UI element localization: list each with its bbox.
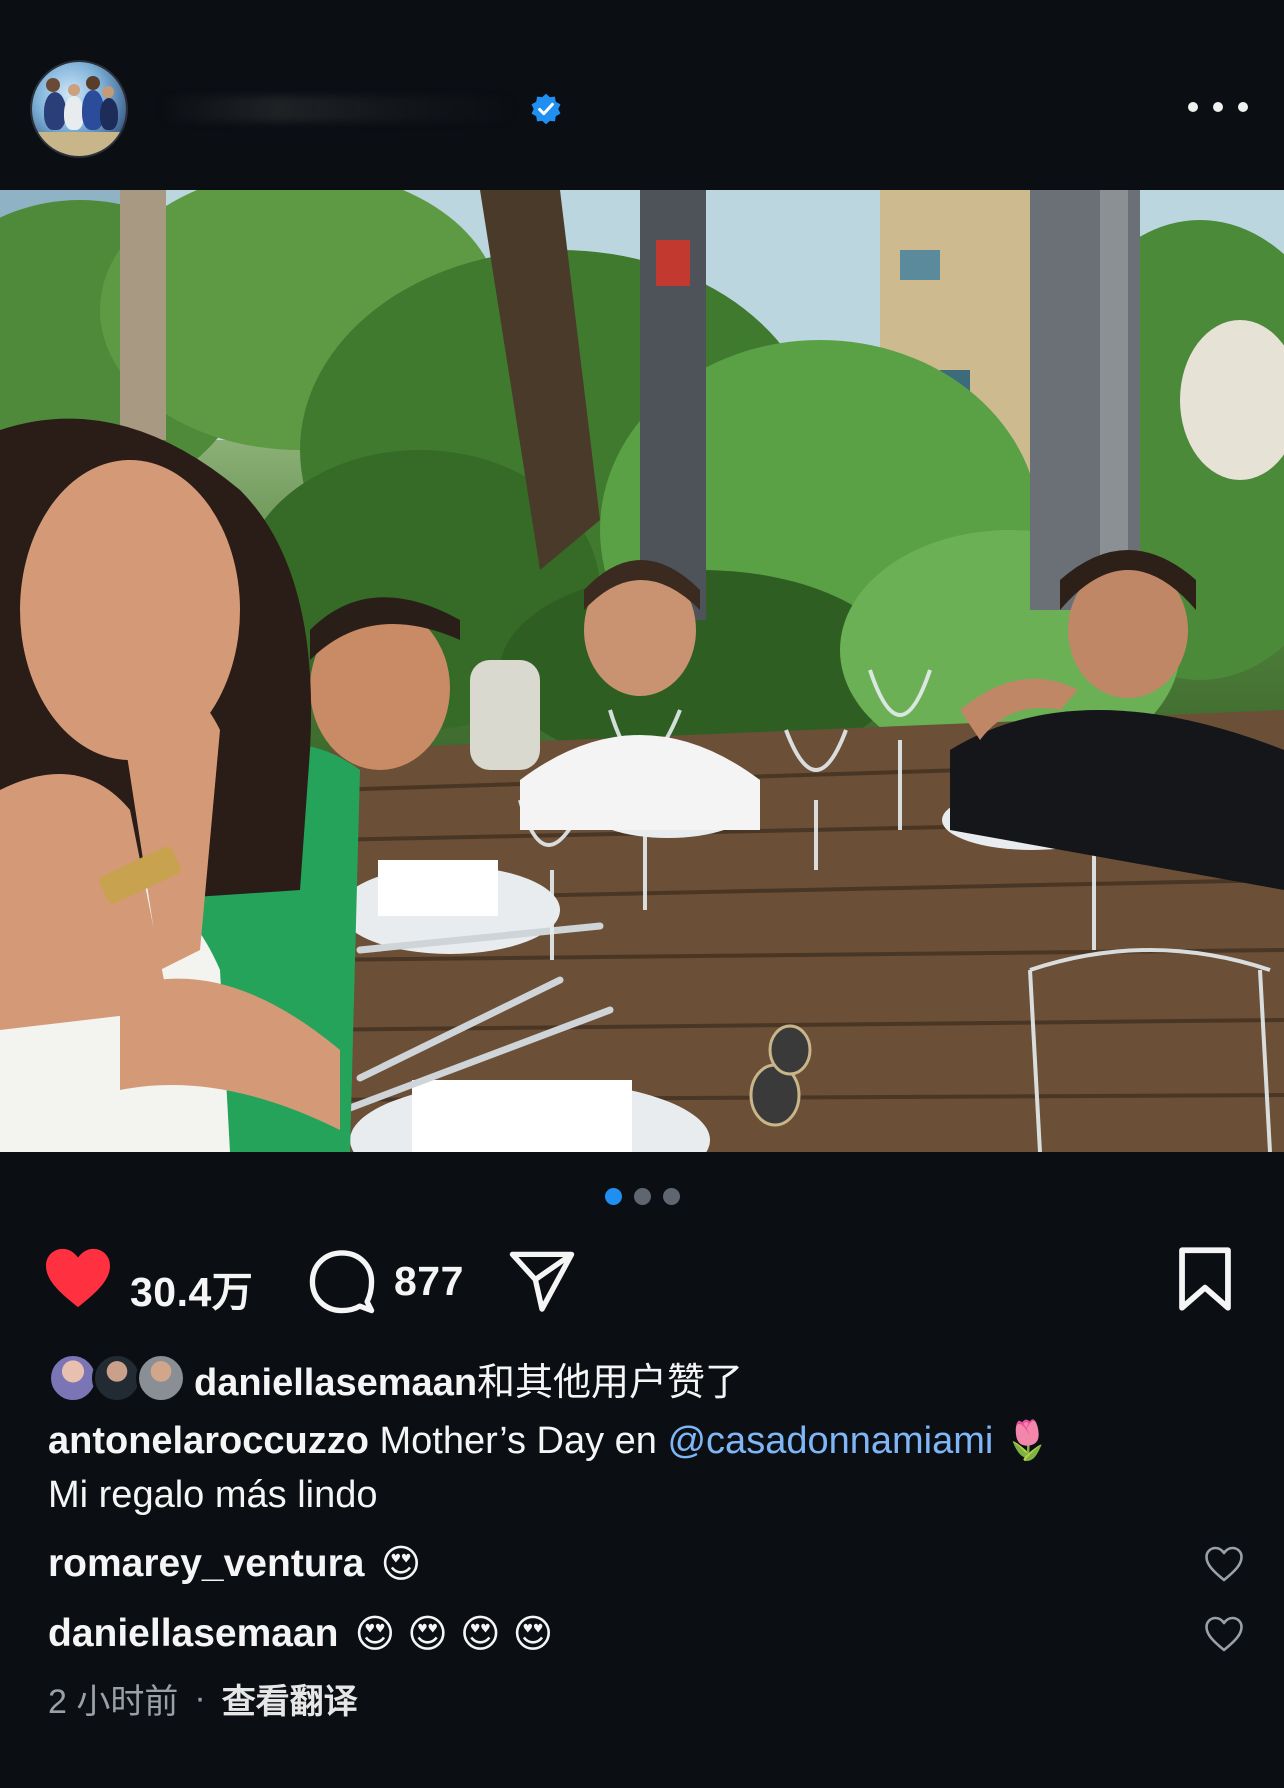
avatar: [92, 1353, 142, 1403]
liked-by-avatars: [48, 1350, 190, 1406]
post-caption: antonelaroccuzzo Mother’s Day en @casado…: [48, 1414, 1198, 1522]
action-bar: 30.4万 877: [0, 1240, 1284, 1320]
heart-outline-icon[interactable]: [1204, 1616, 1244, 1652]
heart-eyes-emoji: 😍: [380, 1542, 422, 1586]
more-icon[interactable]: [1188, 90, 1248, 124]
tulip-emoji: 🌷: [1003, 1420, 1052, 1462]
comment-row: daniellasemaan 😍 😍 😍 😍: [48, 1606, 553, 1662]
post-meta: 2 小时前 · 查看翻译: [48, 1670, 358, 1726]
author-avatar[interactable]: [32, 62, 126, 156]
caption-line-2: Mi regalo más lindo: [48, 1474, 378, 1516]
carousel-dot: [662, 1187, 680, 1205]
liked-by-row[interactable]: daniellasemaan和其他用户赞了: [48, 1350, 743, 1406]
liked-by-text: daniellasemaan和其他用户赞了: [194, 1351, 743, 1406]
bookmark-icon[interactable]: [1176, 1246, 1234, 1312]
heart-outline-icon[interactable]: [1204, 1546, 1244, 1582]
see-translation-link[interactable]: 查看翻译: [222, 1674, 358, 1723]
author-username-blurred[interactable]: [158, 96, 518, 122]
share-icon[interactable]: [508, 1248, 576, 1314]
meta-separator: ·: [194, 1678, 206, 1717]
post-photo[interactable]: [0, 190, 1284, 1152]
avatar: [136, 1353, 186, 1403]
photo-illustration: [0, 190, 1284, 1152]
carousel-indicator: [0, 1186, 1284, 1206]
carousel-dot: [633, 1187, 651, 1205]
avatar: [48, 1353, 98, 1403]
post-timestamp: 2 小时前: [48, 1682, 179, 1721]
carousel-dot-active: [604, 1187, 622, 1205]
like-count[interactable]: 30.4万: [130, 1258, 253, 1318]
liked-by-user[interactable]: daniellasemaan: [194, 1362, 477, 1404]
post-header: [0, 0, 1284, 190]
heart-filled-icon[interactable]: [42, 1246, 114, 1310]
comment-count[interactable]: 877: [394, 1258, 464, 1305]
comment-row: romarey_ventura 😍: [48, 1536, 421, 1592]
comment-username[interactable]: romarey_ventura: [48, 1542, 365, 1586]
heart-eyes-emoji: 😍: [407, 1612, 448, 1656]
verified-badge-icon: [531, 93, 561, 125]
heart-eyes-emoji: 😍: [354, 1612, 396, 1656]
heart-eyes-emoji: 😍: [512, 1612, 554, 1656]
caption-mention[interactable]: @casadonnamiami: [667, 1420, 993, 1462]
comment-icon[interactable]: [308, 1248, 376, 1314]
caption-username[interactable]: antonelaroccuzzo: [48, 1420, 369, 1462]
liked-by-rest: 和其他用户赞了: [477, 1361, 744, 1404]
heart-eyes-emoji: 😍: [459, 1612, 501, 1656]
caption-text: Mother’s Day en: [379, 1420, 657, 1462]
comment-username[interactable]: daniellasemaan: [48, 1612, 338, 1656]
